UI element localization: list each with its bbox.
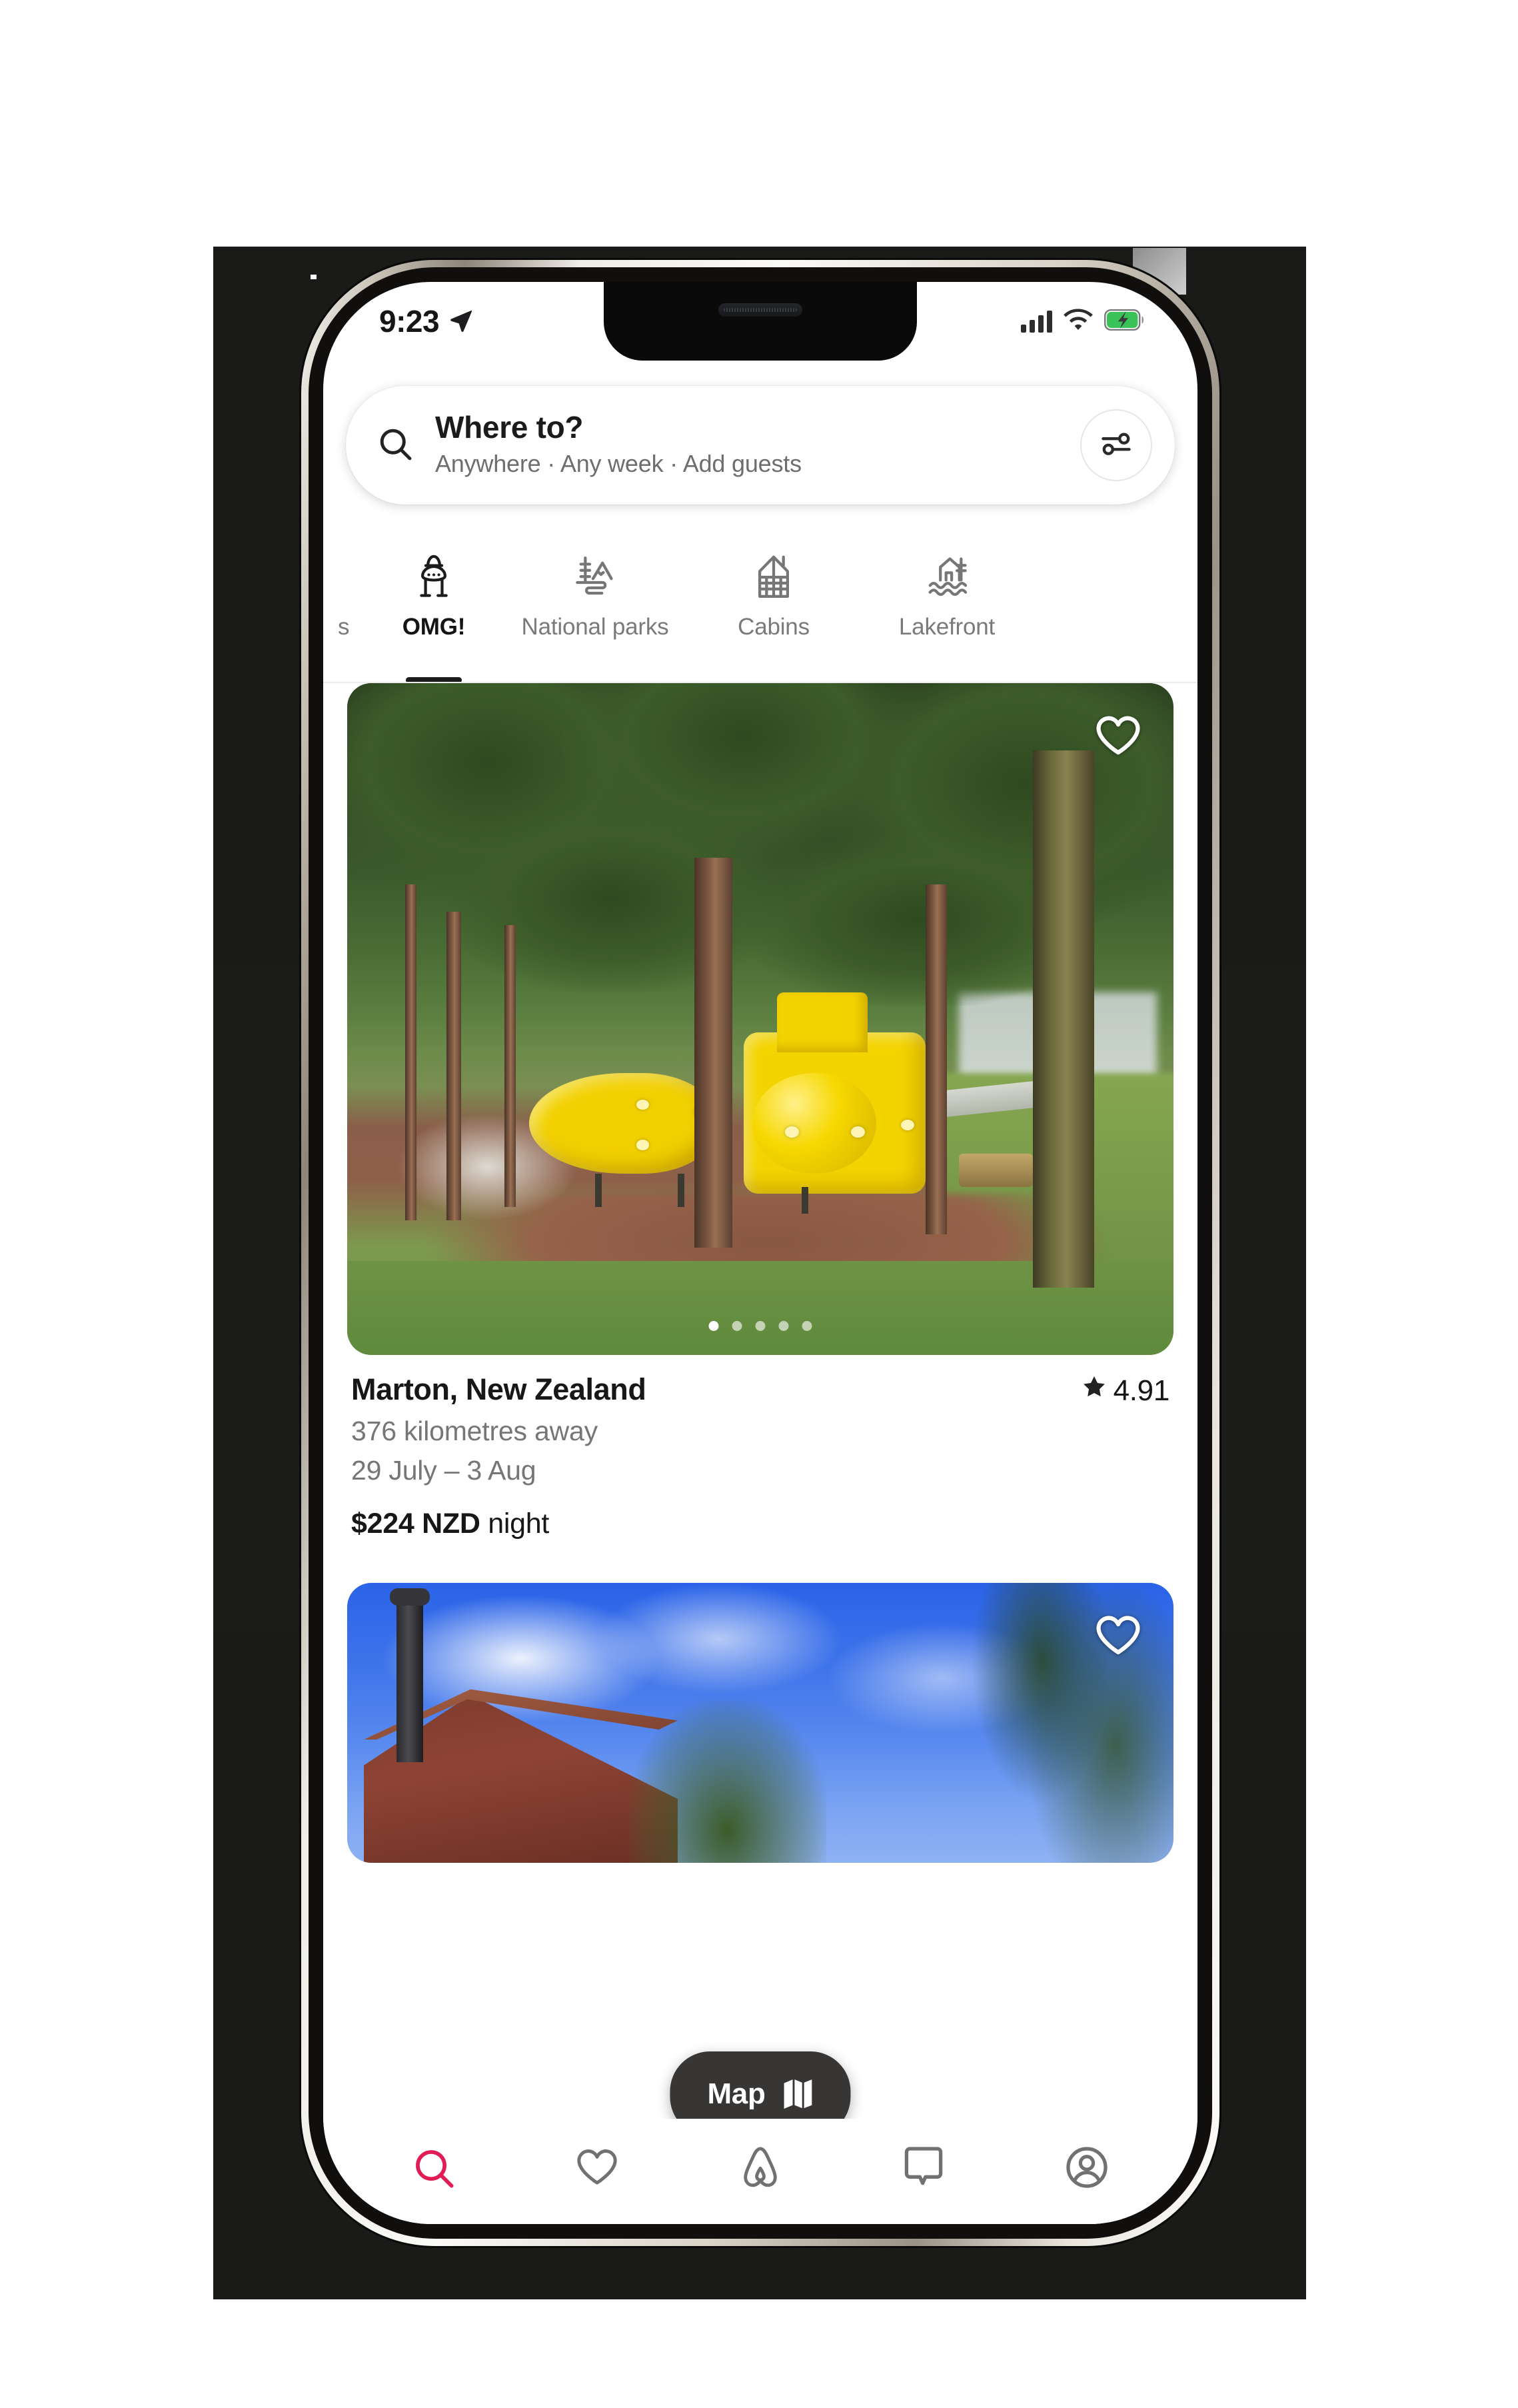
listing-info: Marton, New Zealand 4.91 376 kilometres …	[347, 1355, 1173, 1540]
tab-cabins[interactable]: Cabins	[695, 549, 852, 682]
search-icon	[377, 425, 414, 466]
nav-inbox[interactable]	[884, 2145, 964, 2212]
listing-title: Marton, New Zealand	[351, 1372, 646, 1406]
listing-card[interactable]	[323, 1583, 1197, 1863]
cellular-bars-icon	[1021, 310, 1052, 333]
bottom-navigation[interactable]	[323, 2119, 1197, 2224]
search-bar[interactable]: Where to? Anywhere · Any week · Add gues…	[346, 386, 1175, 505]
national-parks-icon	[568, 549, 622, 606]
wifi-icon	[1064, 308, 1093, 335]
search-bar-region: Where to? Anywhere · Any week · Add gues…	[323, 361, 1197, 505]
nav-wishlists[interactable]	[557, 2145, 637, 2212]
tab-omg[interactable]: OMG!	[373, 549, 495, 682]
status-bar-left: 9:23	[379, 303, 474, 339]
nav-trips[interactable]	[720, 2145, 800, 2212]
filter-sliders-icon	[1099, 427, 1134, 465]
listing-rating-value: 4.91	[1113, 1374, 1170, 1407]
tab-lakefront[interactable]: Lakefront	[852, 549, 1042, 682]
status-clock: 9:23	[379, 304, 440, 339]
tab-label-partial: s	[338, 614, 350, 640]
status-bar: 9:23	[323, 282, 1197, 361]
search-subtitle: Anywhere · Any week · Add guests	[435, 450, 802, 478]
listing-feed[interactable]: Marton, New Zealand 4.91 376 kilometres …	[323, 683, 1197, 2119]
tab-partial-left[interactable]: s	[323, 549, 373, 682]
carousel-dot[interactable]	[755, 1321, 766, 1331]
nav-profile[interactable]	[1047, 2145, 1127, 2212]
location-arrow-icon	[448, 307, 474, 336]
heart-outline-icon[interactable]	[1094, 712, 1143, 761]
filter-button[interactable]	[1080, 409, 1152, 481]
listing-price: $224 NZD night	[351, 1508, 1169, 1540]
listing-rating: 4.91	[1081, 1372, 1169, 1408]
heart-outline-icon	[574, 2145, 620, 2191]
tab-label-national-parks: National parks	[521, 614, 669, 640]
map-button-label: Map	[707, 2077, 766, 2110]
lakefront-icon	[920, 549, 974, 606]
carousel-dot[interactable]	[708, 1321, 719, 1331]
listing-photo[interactable]	[347, 1583, 1173, 1863]
omg-ufo-icon	[407, 549, 460, 606]
tab-label-cabins: Cabins	[738, 614, 810, 640]
battery-charging-icon	[1104, 309, 1145, 334]
listing-dates: 29 July – 3 Aug	[351, 1455, 536, 1486]
search-icon	[411, 2145, 456, 2194]
listing-price-amount: $224 NZD	[351, 1508, 480, 1540]
listing-price-unit: night	[488, 1508, 549, 1540]
listing-distance: 376 kilometres away	[351, 1416, 598, 1446]
listing-title-row: Marton, New Zealand 4.91	[351, 1372, 1169, 1408]
tab-active-underline	[406, 677, 462, 682]
heart-outline-icon[interactable]	[1094, 1612, 1143, 1661]
tab-national-parks[interactable]: National parks	[495, 549, 695, 682]
carousel-dot[interactable]	[732, 1321, 742, 1331]
cabin-icon	[747, 549, 800, 606]
tab-label-lakefront: Lakefront	[898, 614, 996, 640]
listing-photo-art	[347, 683, 1173, 1355]
backdrop-speck-artifact	[311, 275, 317, 279]
listing-photo[interactable]	[347, 683, 1173, 1355]
status-bar-right	[1021, 308, 1145, 335]
carousel-dot[interactable]	[778, 1321, 789, 1331]
phone-device: 9:23 Where to? Anywhere · Any week · Add…	[301, 260, 1219, 2246]
tab-label-omg: OMG!	[402, 614, 466, 640]
search-title: Where to?	[435, 409, 584, 445]
star-icon	[1081, 1374, 1108, 1408]
carousel-dot[interactable]	[802, 1321, 812, 1331]
photo-carousel-dots[interactable]	[708, 1321, 812, 1331]
listing-photo-art	[347, 1583, 1173, 1863]
category-tabs[interactable]: s OMG! National parks Cabins Lakefront	[323, 538, 1197, 683]
profile-avatar-icon	[1065, 2145, 1109, 2193]
search-text-group: Where to? Anywhere · Any week · Add gues…	[435, 409, 1080, 480]
airbnb-bellhop-icon	[738, 2145, 782, 2194]
message-bubble-icon	[903, 2145, 944, 2191]
listing-card[interactable]: Marton, New Zealand 4.91 376 kilometres …	[323, 683, 1197, 1540]
nav-explore[interactable]	[394, 2145, 474, 2212]
map-folded-icon	[783, 2077, 814, 2112]
phone-screen: 9:23 Where to? Anywhere · Any week · Add…	[323, 282, 1197, 2224]
